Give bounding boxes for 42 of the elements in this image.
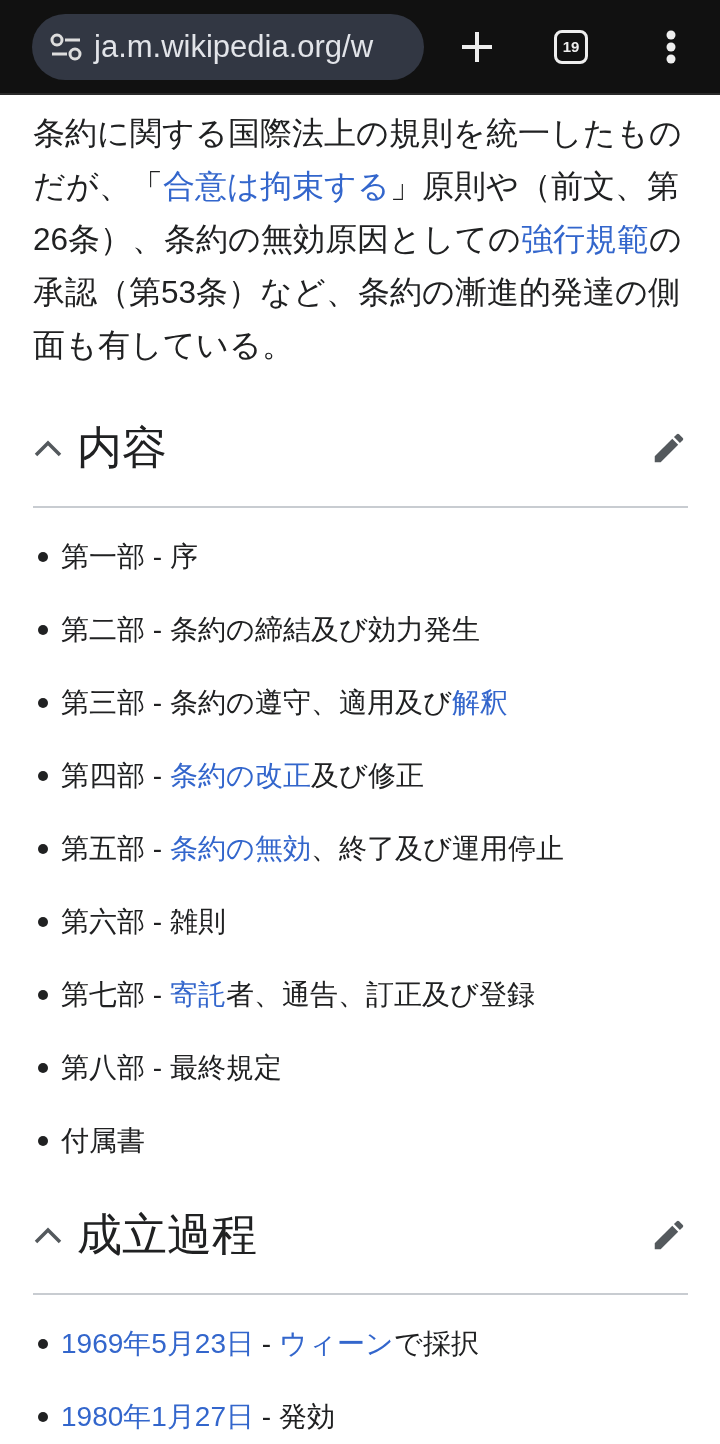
collapse-chevron-icon[interactable] bbox=[33, 1226, 63, 1244]
bullet bbox=[38, 843, 48, 854]
paragraph: 条約に関する国際法上の規則を統一したものだが、「合意は拘束する」原則や（前文、第26条）、条約の無効原因としての強行規範の承認（第53条）など、条約の漸進的発達の側面も有している。 bbox=[33, 114, 684, 365]
list-item: 第八部 - 最終規定 bbox=[61, 1050, 282, 1085]
list-item: 第七部 - 寄託者、通告、訂正及び登録 bbox=[61, 977, 535, 1012]
more-menu-icon[interactable] bbox=[666, 29, 676, 64]
link[interactable]: 寄託 bbox=[169, 978, 226, 1010]
link[interactable]: ウィーン bbox=[278, 1327, 394, 1359]
list-item: 第二部 - 条約の締結及び効力発生 bbox=[61, 612, 480, 647]
bullet bbox=[38, 624, 48, 635]
bullet bbox=[38, 770, 48, 781]
bullet bbox=[38, 1338, 48, 1349]
link[interactable]: 合意は拘束する bbox=[163, 168, 390, 204]
bullet bbox=[38, 1411, 48, 1422]
url-text: ja.m.wikipedia.org/w bbox=[94, 28, 374, 65]
tab-count-button[interactable]: 19 bbox=[554, 29, 588, 64]
link[interactable]: 解釈 bbox=[451, 686, 508, 718]
list-item: 1980年1月27日 - 発効 bbox=[61, 1399, 335, 1434]
link[interactable]: 1969年5月23日 bbox=[61, 1327, 254, 1359]
collapse-chevron-icon[interactable] bbox=[33, 439, 63, 457]
link[interactable]: 1980年1月27日 bbox=[61, 1400, 254, 1432]
list-item: 1969年5月23日 - ウィーンで採択 bbox=[61, 1326, 479, 1361]
bullet bbox=[38, 989, 48, 1000]
list-item: 第三部 - 条約の遵守、適用及び解釈 bbox=[61, 685, 508, 720]
new-tab-icon[interactable] bbox=[460, 29, 494, 64]
link[interactable]: 強行規範 bbox=[521, 221, 650, 257]
list-item: 第四部 - 条約の改正及び修正 bbox=[61, 758, 424, 793]
link[interactable]: 条約の改正 bbox=[169, 759, 311, 791]
list-item: 付属書 bbox=[61, 1123, 145, 1158]
section-heading: 成立過程 bbox=[77, 1207, 258, 1263]
bullet bbox=[38, 551, 48, 562]
link[interactable]: 条約の無効 bbox=[169, 832, 311, 864]
bullet bbox=[38, 1062, 48, 1073]
section-heading: 内容 bbox=[77, 420, 168, 476]
site-settings-icon[interactable] bbox=[50, 32, 82, 61]
bullet bbox=[38, 916, 48, 927]
list-item: 第五部 - 条約の無効、終了及び運用停止 bbox=[61, 831, 564, 866]
bullet bbox=[38, 1135, 48, 1146]
list-item: 第六部 - 雑則 bbox=[61, 904, 226, 939]
list-item: 第一部 - 序 bbox=[61, 539, 198, 574]
address-bar[interactable]: ja.m.wikipedia.org/w bbox=[32, 13, 424, 80]
bullet bbox=[38, 697, 48, 708]
